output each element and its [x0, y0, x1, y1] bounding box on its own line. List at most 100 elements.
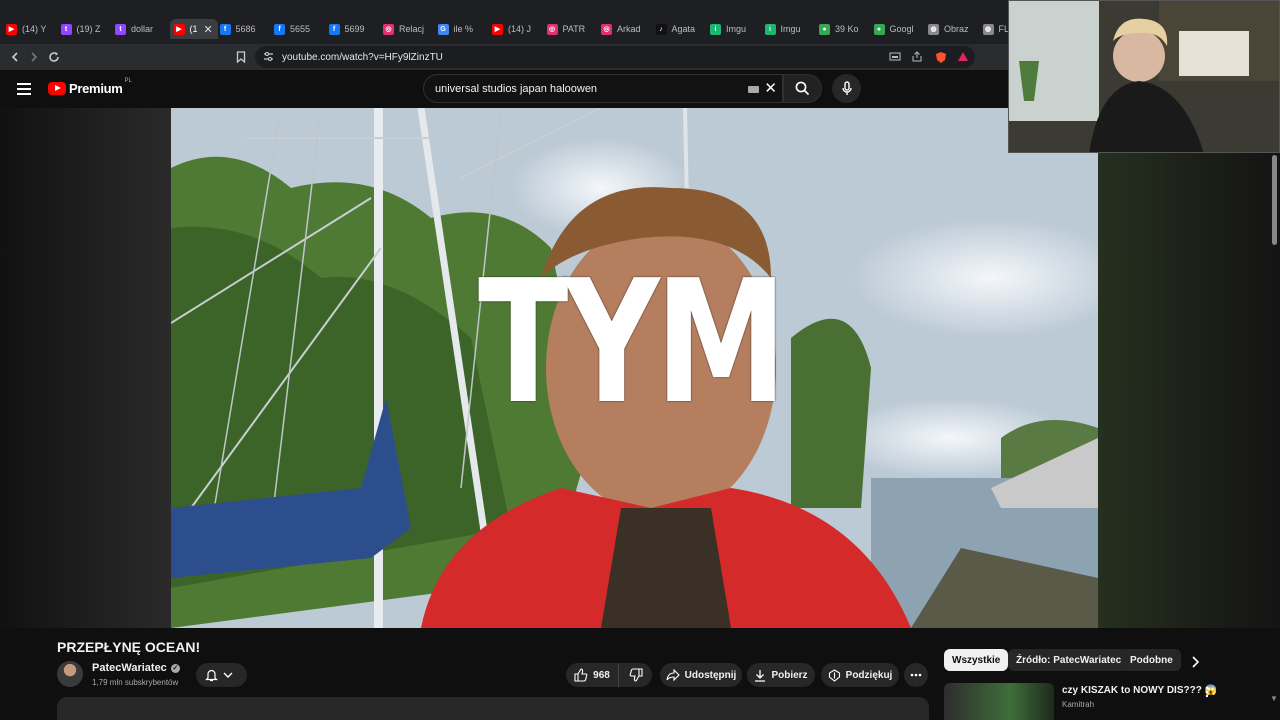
more-icon [910, 673, 922, 677]
channel-name-row[interactable]: PatecWariatec ✓ [92, 662, 180, 674]
browser-tab[interactable]: ● Googl [873, 19, 927, 39]
search-query: universal studios japan haloowen [435, 82, 598, 95]
back-icon[interactable] [6, 48, 24, 66]
download-label: Pobierz [771, 669, 808, 681]
browser-tab[interactable]: t dollar [115, 19, 168, 39]
recommendation-thumbnail[interactable] [944, 683, 1054, 720]
cast-icon[interactable] [888, 50, 902, 64]
tab-label: 5686 [235, 24, 256, 34]
youtube-logo[interactable]: Premium PL [48, 78, 132, 96]
browser-tab[interactable]: f 5655 [274, 19, 327, 39]
chip-related[interactable]: Podobne [1122, 649, 1181, 671]
recommendation-menu-icon[interactable] [1205, 685, 1209, 703]
search-input[interactable]: universal studios japan haloowen ✕ [423, 74, 783, 103]
description-box-edge [57, 697, 929, 720]
dislike-button[interactable] [618, 663, 652, 687]
forward-icon[interactable] [25, 48, 43, 66]
browser-tab[interactable]: ◎ Arkad [601, 19, 654, 39]
download-icon [755, 669, 766, 682]
logo-text: Premium [69, 81, 123, 96]
more-actions-button[interactable] [904, 663, 928, 687]
browser-tab[interactable]: ◍ Obraz [928, 19, 981, 39]
browser-tab[interactable]: ◎ Relacj [383, 19, 436, 39]
chip-all[interactable]: Wszystkie [944, 649, 1009, 671]
chips-next-icon[interactable] [1190, 655, 1200, 673]
scroll-down-icon[interactable]: ▼ [1270, 694, 1278, 703]
youtube-play-icon [48, 82, 66, 95]
brave-rewards-icon[interactable] [956, 50, 970, 64]
facebook-icon: f [274, 23, 285, 35]
imgur-icon: i [710, 23, 721, 35]
tab-label: Imgu [726, 24, 747, 34]
maps-icon: ● [873, 23, 885, 35]
video-frame[interactable]: TYM [171, 108, 1098, 628]
chip-source[interactable]: Źródło: PatecWariatec [1008, 649, 1130, 671]
thumbs-down-icon [629, 668, 643, 682]
browser-tab[interactable]: f 5686 [219, 19, 273, 39]
browser-tab[interactable]: ▶ (14) Y [6, 19, 59, 39]
browser-tab[interactable]: ◎ PATR [546, 19, 600, 39]
reload-icon[interactable] [45, 48, 63, 66]
tab-label: 5699 [344, 24, 365, 34]
twitch-icon: t [115, 23, 126, 35]
brave-shield-icon[interactable] [934, 50, 948, 64]
search-button[interactable] [783, 74, 822, 103]
instagram-icon: ◎ [383, 23, 394, 35]
instagram-icon: ◎ [601, 23, 612, 35]
search-icon [795, 81, 810, 96]
imgur-icon: i [764, 23, 776, 35]
clear-search-icon[interactable]: ✕ [764, 79, 777, 97]
channel-name[interactable]: PatecWariatec [92, 662, 167, 674]
browser-tab[interactable]: ● 39 Ko [819, 19, 872, 39]
browser-tab[interactable]: t (19) Z [60, 19, 114, 39]
browser-tab[interactable]: ▶ (1 ✕ [169, 19, 218, 39]
tab-label: (14) Y [22, 24, 47, 34]
recommendation-channel[interactable]: Kamitrah [1062, 700, 1094, 709]
video-info-area: PRZEPŁYNĘ OCEAN! PatecWariatec ✓ 1,79 ml… [0, 628, 1280, 720]
recommendation-title[interactable]: czy KISZAK to NOWY DIS??? 😱 [1062, 685, 1217, 696]
keyboard-icon[interactable] [748, 86, 759, 93]
facebook-icon: f [328, 23, 340, 35]
tab-label: Arkad [617, 24, 641, 34]
site-settings-icon[interactable] [263, 51, 274, 65]
subscriber-count: 1,79 mln subskrybentów [92, 678, 179, 687]
tab-label: (14) J [508, 24, 532, 34]
browser-tab[interactable]: ▶ (14) J [492, 19, 545, 39]
like-button[interactable]: 968 [566, 663, 618, 687]
bookmark-icon[interactable] [232, 48, 250, 66]
tab-label: Agata [671, 24, 696, 34]
tab-label: 5655 [290, 24, 311, 34]
google-icon: G [437, 23, 449, 35]
tab-label: (1 [189, 24, 198, 34]
share-button[interactable]: Udostępnij [660, 663, 742, 687]
tab-label: ile % [453, 24, 474, 34]
verified-icon: ✓ [170, 663, 180, 673]
download-button[interactable]: Pobierz [747, 663, 815, 687]
page-scrollbar[interactable] [1272, 155, 1277, 245]
browser-tab[interactable]: i Imgu [764, 19, 818, 39]
browser-tab[interactable]: f 5699 [328, 19, 382, 39]
video-overlay-text: TYM [478, 244, 787, 442]
share-page-icon[interactable] [910, 50, 924, 64]
browser-tab[interactable]: ♪ Agata [655, 19, 709, 39]
url-text: youtube.com/watch?v=HFy9lZinzTU [282, 51, 443, 63]
thanks-icon [828, 668, 840, 682]
browser-tab[interactable]: i Imgu [710, 19, 763, 39]
instagram-icon: ◎ [546, 23, 558, 35]
close-tab-icon[interactable]: ✕ [204, 23, 213, 36]
tab-label: Obraz [944, 24, 969, 34]
browser-tab[interactable]: Gile % [437, 19, 491, 39]
thanks-label: Podziękuj [845, 669, 893, 681]
address-bar[interactable]: youtube.com/watch?v=HFy9lZinzTU [255, 46, 975, 68]
menu-icon[interactable] [17, 83, 31, 95]
channel-avatar[interactable] [57, 661, 83, 687]
youtube-icon: ▶ [492, 23, 503, 35]
maps-icon: ● [819, 23, 830, 35]
voice-search-button[interactable] [832, 74, 861, 103]
player-background-left [0, 108, 171, 628]
microphone-icon [841, 81, 852, 95]
thanks-button[interactable]: Podziękuj [821, 663, 899, 687]
video-title: PRZEPŁYNĘ OCEAN! [57, 639, 201, 655]
notifications-button[interactable] [196, 663, 247, 687]
video-player[interactable]: TYM [0, 108, 1280, 628]
